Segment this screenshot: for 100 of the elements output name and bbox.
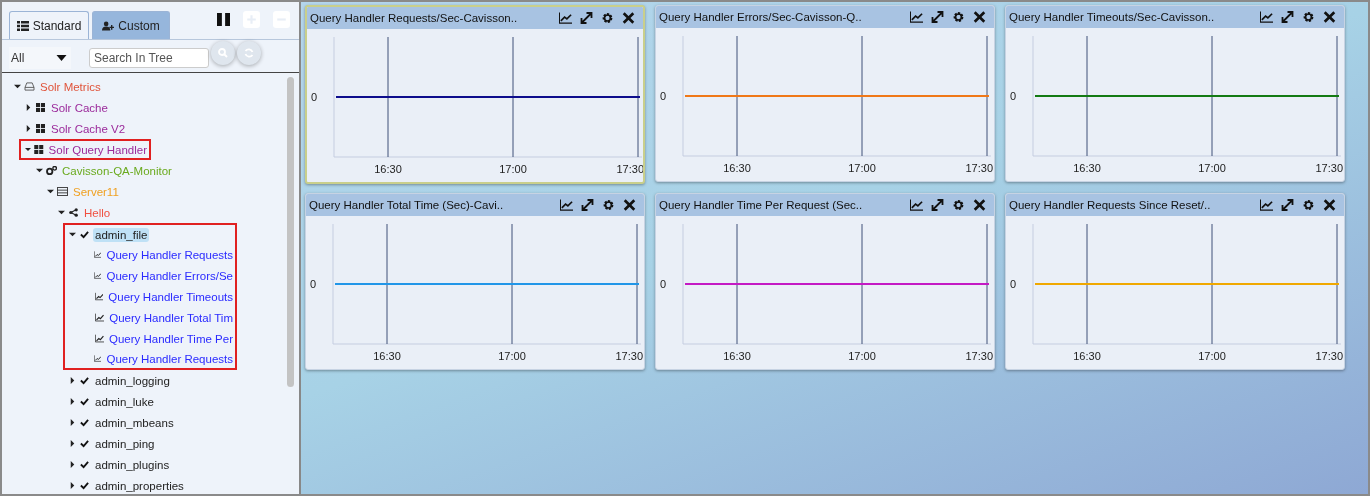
scrollbar-thumb[interactable]: [287, 77, 294, 387]
tree-item[interactable]: Query Handler Time Per: [107, 331, 235, 346]
caret-right-icon[interactable]: [69, 419, 76, 426]
tree-item[interactable]: Query Handler Requests: [104, 351, 235, 366]
time-label: 16:30: [1073, 350, 1101, 362]
line-chart-icon: [93, 250, 102, 259]
value-label: 0: [1010, 90, 1017, 102]
filter-dropdown[interactable]: All: [9, 47, 71, 69]
check-icon: [79, 230, 90, 239]
drive-icon: [24, 82, 35, 91]
tab[interactable]: Custom: [92, 11, 170, 39]
tree-item[interactable]: admin_properties: [93, 478, 186, 493]
close-icon[interactable]: [623, 199, 636, 211]
caret-right-icon[interactable]: [69, 461, 76, 468]
caret-right-icon[interactable]: [69, 377, 76, 384]
time-label: 17:30: [1315, 162, 1343, 174]
close-icon[interactable]: [1323, 199, 1336, 211]
caret-right-icon[interactable]: [69, 440, 76, 447]
check-icon: [79, 460, 90, 469]
time-label: 17:00: [1198, 162, 1226, 174]
check-icon: [79, 418, 90, 427]
search-field[interactable]: Search In Tree: [89, 48, 209, 68]
expand-icon[interactable]: [931, 11, 944, 23]
tree-item[interactable]: Solr Cache: [49, 100, 110, 115]
caret-down-icon[interactable]: [36, 167, 43, 174]
expand-icon[interactable]: [580, 12, 593, 24]
tree-item[interactable]: Solr Query Handler: [46, 142, 149, 157]
tab[interactable]: Standard: [9, 11, 89, 39]
caret-down-icon[interactable]: [47, 188, 54, 195]
server-icon: [57, 187, 68, 196]
line-chart-icon: [93, 271, 102, 280]
tree-item[interactable]: Query Handler Timeouts: [106, 289, 235, 304]
value-label: 0: [1010, 278, 1017, 290]
panel-title: Query Handler Total Time (Sec)-Cavi..: [309, 199, 505, 211]
expand-icon[interactable]: [581, 199, 594, 211]
close-icon[interactable]: [973, 199, 986, 211]
line-chart-icon[interactable]: [560, 199, 573, 211]
settings-icon[interactable]: [1302, 199, 1315, 211]
line-chart-icon: [94, 334, 104, 343]
settings-icon[interactable]: [602, 199, 615, 211]
tree-item[interactable]: Query Handler Requests: [104, 247, 235, 262]
time-label: 17:00: [848, 162, 876, 174]
expand-icon[interactable]: [1281, 199, 1294, 211]
close-icon[interactable]: [622, 12, 635, 24]
caret-right-icon[interactable]: [69, 398, 76, 405]
share-icon: [68, 208, 79, 217]
caret-down-icon[interactable]: [25, 146, 32, 153]
time-label: 16:30: [723, 350, 751, 362]
time-label: 17:00: [499, 163, 527, 175]
time-label: 16:30: [1073, 162, 1101, 174]
tree-item[interactable]: admin_plugins: [93, 457, 172, 472]
tree-item[interactable]: admin_ping: [93, 436, 157, 451]
caret-right-icon[interactable]: [25, 104, 32, 111]
close-icon[interactable]: [1323, 11, 1336, 23]
value-label: 0: [660, 278, 667, 290]
panel-title: Query Handler Errors/Sec-Cavisson-Q..: [659, 11, 863, 23]
settings-icon[interactable]: [952, 11, 965, 23]
line-chart-icon: [94, 313, 105, 322]
settings-icon[interactable]: [952, 199, 965, 211]
tree-item[interactable]: admin_luke: [93, 394, 156, 409]
panel-title: Query Handler Time Per Request (Sec..: [659, 199, 864, 211]
time-label: 16:30: [723, 162, 751, 174]
line-chart-icon[interactable]: [559, 12, 572, 24]
grid-icon: [34, 145, 44, 154]
settings-icon[interactable]: [1302, 11, 1315, 23]
line-chart-icon: [94, 292, 104, 301]
caret-down-icon: [56, 55, 67, 61]
tree-item[interactable]: Query Handler Errors/Se: [104, 268, 235, 283]
time-label: 17:30: [615, 350, 643, 362]
caret-down-icon[interactable]: [69, 231, 76, 238]
panel-title: Query Handler Timeouts/Sec-Cavisson..: [1009, 11, 1216, 23]
expand-icon[interactable]: [931, 199, 944, 211]
caret-right-icon[interactable]: [25, 125, 32, 132]
caret-down-icon[interactable]: [58, 209, 65, 216]
line-chart-icon[interactable]: [1260, 199, 1273, 211]
gears-icon: [46, 166, 57, 175]
line-chart-icon[interactable]: [910, 199, 923, 211]
value-label: 0: [311, 91, 318, 103]
tree-item[interactable]: admin_mbeans: [93, 415, 176, 430]
tree-item[interactable]: Query Handler Total Tim: [107, 310, 235, 325]
expand-icon[interactable]: [1281, 11, 1294, 23]
refresh-icon: [244, 48, 254, 58]
time-label: 17:00: [498, 350, 526, 362]
line-chart-icon[interactable]: [910, 11, 923, 23]
tree-item[interactable]: admin_file: [93, 227, 150, 242]
time-label: 17:30: [616, 163, 643, 175]
value-label: 0: [310, 278, 317, 290]
pause-icon[interactable]: [217, 13, 230, 26]
value-label: 0: [660, 90, 667, 102]
check-icon: [79, 439, 90, 448]
caret-right-icon[interactable]: [69, 482, 76, 489]
tree-item[interactable]: Solr Metrics: [38, 79, 103, 94]
close-icon[interactable]: [973, 11, 986, 23]
tree-item[interactable]: Solr Cache V2: [49, 121, 128, 136]
line-chart-icon[interactable]: [1260, 11, 1273, 23]
grid-icon: [35, 103, 46, 112]
settings-icon[interactable]: [601, 12, 614, 24]
time-label: 17:30: [1315, 350, 1343, 362]
tree-item[interactable]: admin_logging: [93, 373, 172, 388]
caret-down-icon[interactable]: [14, 83, 21, 90]
